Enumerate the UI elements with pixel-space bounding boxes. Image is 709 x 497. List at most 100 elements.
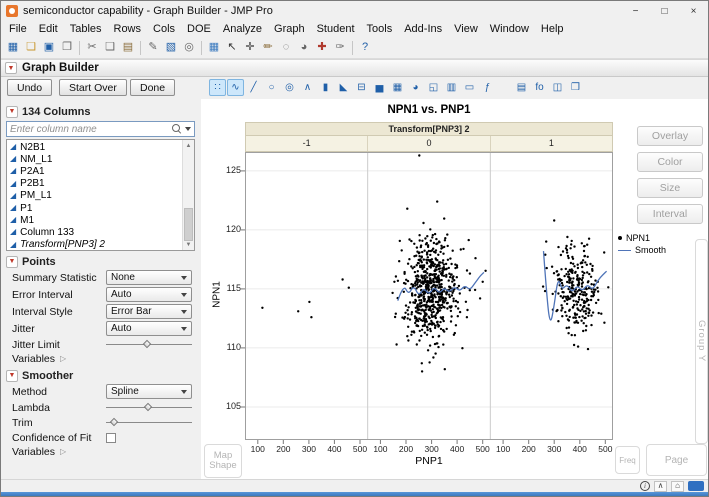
column-item[interactable]: ◢Transform[PNP3] 2 bbox=[10, 239, 180, 251]
menu-student[interactable]: Student bbox=[311, 23, 361, 35]
scroll-down-icon[interactable]: ▼ bbox=[183, 239, 194, 250]
error-interval-dropdown[interactable]: Auto bbox=[106, 287, 192, 302]
paste-icon[interactable]: ▤ bbox=[119, 39, 137, 57]
column-list-scrollbar[interactable]: ▲ ▼ bbox=[182, 140, 194, 250]
lambda-slider[interactable] bbox=[106, 402, 192, 413]
done-button[interactable]: Done bbox=[130, 79, 175, 96]
magnifier-tool-icon[interactable]: ◕ bbox=[295, 39, 313, 57]
chart-type-line-of-fit-icon[interactable]: ╱ bbox=[245, 79, 262, 96]
red-triangle-menu-icon[interactable]: ▼ bbox=[5, 62, 17, 74]
chart-type-area-icon[interactable]: ◣ bbox=[335, 79, 352, 96]
menu-tools[interactable]: Tools bbox=[361, 23, 399, 35]
copy-icon[interactable]: ❑ bbox=[101, 39, 119, 57]
map-shape-zone[interactable]: Map Shape bbox=[204, 444, 242, 478]
menu-graph[interactable]: Graph bbox=[268, 23, 311, 35]
chart-type-treemap-icon[interactable]: ◱ bbox=[425, 79, 442, 96]
chart-type-histogram-icon[interactable]: ▅ bbox=[371, 79, 388, 96]
caret-up-icon[interactable]: ∧ bbox=[654, 481, 667, 492]
scrollbar-thumb[interactable] bbox=[184, 208, 193, 241]
chart-type-bar-icon[interactable]: ▮ bbox=[317, 79, 334, 96]
column-search-input[interactable] bbox=[10, 124, 169, 135]
column-item[interactable]: ◢NM_L1 bbox=[10, 153, 180, 165]
annotate-tool-icon[interactable]: ✑ bbox=[331, 39, 349, 57]
chart-type-formula-icon[interactable]: ƒ bbox=[479, 79, 496, 96]
menu-window[interactable]: Window bbox=[484, 23, 535, 35]
color-zone[interactable]: Color bbox=[637, 152, 703, 172]
red-triangle-icon[interactable]: ▼ bbox=[6, 106, 18, 118]
interval-zone[interactable]: Interval bbox=[637, 204, 703, 224]
zoom-icon[interactable]: ◎ bbox=[180, 39, 198, 57]
undo-button[interactable]: Undo bbox=[7, 79, 52, 96]
menu-tables[interactable]: Tables bbox=[64, 23, 108, 35]
save-icon[interactable]: ▣ bbox=[40, 39, 58, 57]
chart-type-mosaic-icon[interactable]: ▥ bbox=[443, 79, 460, 96]
red-triangle-icon[interactable]: ▼ bbox=[6, 370, 18, 382]
freq-zone[interactable]: Freq bbox=[615, 446, 640, 474]
info-icon[interactable]: i bbox=[640, 481, 650, 491]
column-item[interactable]: ◢M1 bbox=[10, 214, 180, 226]
scatter-plot[interactable] bbox=[245, 152, 613, 440]
size-zone[interactable]: Size bbox=[637, 178, 703, 198]
cut-icon[interactable]: ✂ bbox=[83, 39, 101, 57]
menu-cols[interactable]: Cols bbox=[147, 23, 181, 35]
menu-view[interactable]: View bbox=[448, 23, 484, 35]
arrange-windows-icon[interactable]: ❒ bbox=[567, 79, 584, 96]
combine-windows-icon[interactable]: ◫ bbox=[549, 79, 566, 96]
chart-type-ellipse-icon[interactable]: ○ bbox=[263, 79, 280, 96]
jitter-limit-slider-thumb[interactable] bbox=[143, 340, 151, 348]
chart-type-caption-box-icon[interactable]: ▭ bbox=[461, 79, 478, 96]
close-button[interactable]: × bbox=[679, 1, 708, 21]
trim-slider-thumb[interactable] bbox=[110, 418, 118, 426]
grabber-tool-icon[interactable]: ✛ bbox=[241, 39, 259, 57]
print-icon[interactable]: ❐ bbox=[58, 39, 76, 57]
status-badge[interactable] bbox=[688, 481, 704, 491]
minimize-button[interactable]: − bbox=[621, 1, 650, 21]
jitter-limit-slider[interactable] bbox=[106, 339, 192, 350]
chart-type-contour-icon[interactable]: ◎ bbox=[281, 79, 298, 96]
menu-analyze[interactable]: Analyze bbox=[217, 23, 268, 35]
script-window-icon[interactable]: ▤ bbox=[513, 79, 530, 96]
chart-type-points-icon[interactable]: ∷ bbox=[209, 79, 226, 96]
overlay-zone[interactable]: Overlay bbox=[637, 126, 703, 146]
page-zone[interactable]: Page bbox=[646, 444, 707, 476]
column-item[interactable]: ◢P1 bbox=[10, 202, 180, 214]
chart-type-heatmap-icon[interactable]: ▦ bbox=[389, 79, 406, 96]
column-item[interactable]: ◢N2B1 bbox=[10, 141, 180, 153]
trim-slider[interactable] bbox=[106, 417, 192, 428]
red-triangle-icon[interactable]: ▼ bbox=[6, 256, 18, 268]
column-item[interactable]: ◢PM_L1 bbox=[10, 190, 180, 202]
arrow-tool-icon[interactable]: ↖ bbox=[223, 39, 241, 57]
column-item[interactable]: ◢P2B1 bbox=[10, 178, 180, 190]
column-item[interactable]: ◢P2A1 bbox=[10, 165, 180, 177]
method-dropdown[interactable]: Spline bbox=[106, 384, 192, 399]
disclosure-icon[interactable]: ▷ bbox=[60, 355, 66, 363]
group-y-zone[interactable]: Group Y bbox=[695, 239, 708, 444]
formula-editor-icon[interactable]: fo bbox=[531, 79, 548, 96]
lasso-tool-icon[interactable]: ◌ bbox=[277, 39, 295, 57]
scroll-up-icon[interactable]: ▲ bbox=[183, 140, 194, 151]
help-tool-icon[interactable]: ? bbox=[356, 39, 374, 57]
jitter-dropdown[interactable]: Auto bbox=[106, 321, 192, 336]
menu-edit[interactable]: Edit bbox=[33, 23, 64, 35]
panel-group-header[interactable]: Transform[PNP3] 2 bbox=[245, 122, 613, 136]
chart-type-smoother-icon[interactable]: ∿ bbox=[227, 79, 244, 96]
chart-type-box-plot-icon[interactable]: ⊟ bbox=[353, 79, 370, 96]
data-grid-icon[interactable]: ▦ bbox=[205, 39, 223, 57]
chart-type-pie-icon[interactable]: ◕ bbox=[407, 79, 424, 96]
open-icon[interactable]: ❏ bbox=[22, 39, 40, 57]
menu-doe[interactable]: DOE bbox=[181, 23, 217, 35]
maximize-button[interactable]: □ bbox=[650, 1, 679, 21]
interval-style-dropdown[interactable]: Error Bar bbox=[106, 304, 192, 319]
disclosure-icon[interactable]: ▷ bbox=[60, 448, 66, 456]
summary-statistic-dropdown[interactable]: None bbox=[106, 270, 192, 285]
layout-icon[interactable]: ▧ bbox=[162, 39, 180, 57]
brush-tool-icon[interactable]: ✏ bbox=[259, 39, 277, 57]
chart-type-line-icon[interactable]: ∧ bbox=[299, 79, 316, 96]
menu-rows[interactable]: Rows bbox=[108, 23, 148, 35]
crosshair-tool-icon[interactable]: ✚ bbox=[313, 39, 331, 57]
menu-addins[interactable]: Add-Ins bbox=[398, 23, 448, 35]
lambda-slider-thumb[interactable] bbox=[143, 403, 151, 411]
confidence-of-fit-checkbox[interactable] bbox=[106, 433, 116, 443]
menu-file[interactable]: File bbox=[3, 23, 33, 35]
start-over-button[interactable]: Start Over bbox=[59, 79, 127, 96]
